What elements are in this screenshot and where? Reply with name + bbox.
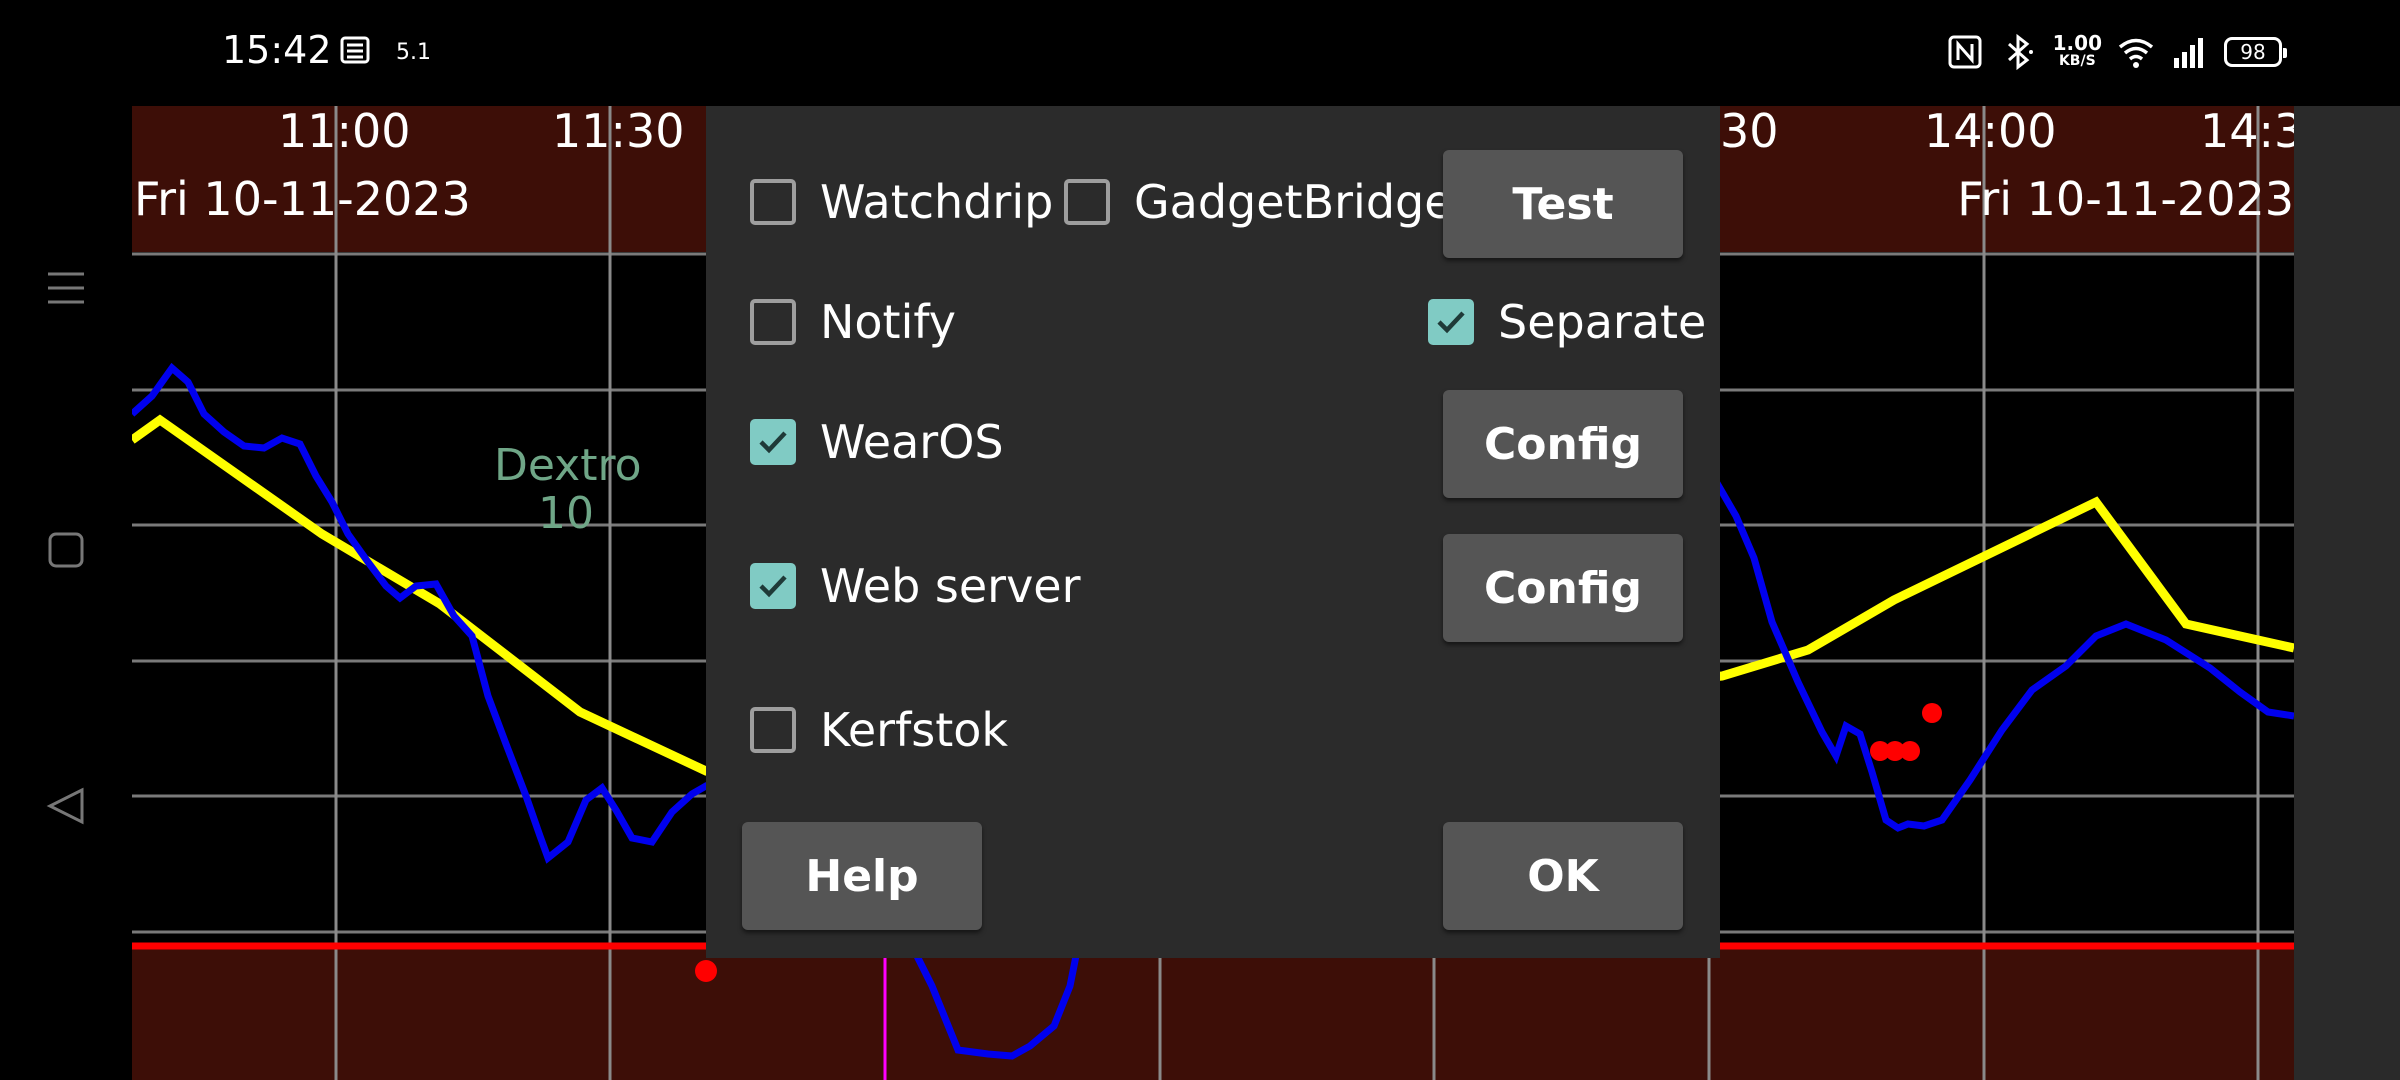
right-edge-panel	[2294, 106, 2400, 1080]
back-triangle-icon[interactable]	[44, 784, 88, 828]
time-label-2: 11:30	[552, 104, 685, 158]
webserver-label: Web server	[820, 559, 1081, 613]
notify-label: Notify	[820, 295, 956, 349]
signal-icon	[2174, 38, 2203, 68]
date-label-right: Fri 10-11-2023	[1957, 172, 2294, 226]
gadgetbridge-checkbox[interactable]	[1064, 179, 1110, 225]
wearos-config-button[interactable]: Config	[1443, 390, 1683, 498]
status-bar: 15:42 5.1 1.00 KB/S 98	[0, 0, 2400, 106]
status-indicator: 5.1	[396, 40, 431, 65]
glucose-marker	[1900, 741, 1920, 761]
clock: 15:42	[222, 28, 332, 72]
menu-icon[interactable]	[44, 266, 88, 310]
annotation-line-1: Dextro	[494, 440, 642, 491]
footer-band	[132, 946, 2294, 1080]
glucose-marker	[695, 960, 717, 982]
watchdrip-checkbox[interactable]	[750, 179, 796, 225]
network-speed: 1.00 KB/S	[2052, 31, 2102, 70]
checkmark-icon	[759, 575, 787, 598]
kerfstok-option[interactable]: Kerfstok	[750, 698, 1008, 762]
status-icons: 1.00 KB/S 98	[1945, 30, 2287, 74]
notify-checkbox[interactable]	[750, 299, 796, 345]
glucose-marker	[1922, 703, 1942, 723]
separate-checkbox[interactable]	[1428, 299, 1474, 345]
wearos-option[interactable]: WearOS	[750, 410, 1004, 474]
network-speed-value: 1.00	[2052, 31, 2102, 55]
notification-icon	[340, 36, 370, 64]
test-button[interactable]: Test	[1443, 150, 1683, 258]
date-label-left: Fri 10-11-2023	[134, 172, 471, 226]
nfc-icon	[1948, 35, 1982, 69]
webserver-config-button[interactable]: Config	[1443, 534, 1683, 642]
time-label-1: 11:00	[278, 104, 411, 158]
wearos-label: WearOS	[820, 415, 1004, 469]
bluetooth-icon	[2007, 33, 2033, 71]
checkmark-icon	[1437, 311, 1465, 334]
navigation-bar	[0, 106, 132, 1080]
time-label-4: 14:00	[1924, 104, 2057, 158]
ok-button[interactable]: OK	[1443, 822, 1683, 930]
battery-icon: 98	[2224, 37, 2287, 67]
wearos-checkbox[interactable]	[750, 419, 796, 465]
dextro-annotation: Dextro 10	[494, 440, 642, 539]
network-speed-unit: KB/S	[2058, 53, 2096, 69]
settings-dialog: Watchdrip GadgetBridge Test Notify Separ…	[706, 106, 1720, 958]
checkmark-icon	[759, 431, 787, 454]
separate-option[interactable]: Separate	[1428, 290, 1706, 354]
watchdrip-option[interactable]: Watchdrip	[750, 170, 1053, 234]
gadgetbridge-label: GadgetBridge	[1134, 175, 1453, 229]
kerfstok-label: Kerfstok	[820, 703, 1009, 757]
kerfstok-checkbox[interactable]	[750, 707, 796, 753]
gadgetbridge-option[interactable]: GadgetBridge	[1064, 170, 1453, 234]
square-icon[interactable]	[44, 528, 88, 572]
webserver-checkbox[interactable]	[750, 563, 796, 609]
watchdrip-label: Watchdrip	[820, 175, 1054, 229]
annotation-line-2: 10	[538, 488, 594, 539]
notify-option[interactable]: Notify	[750, 290, 956, 354]
time-label-5: 14:3	[2200, 104, 2304, 158]
help-button[interactable]: Help	[742, 822, 982, 930]
time-label-3: 30	[1720, 104, 1779, 158]
separate-label: Separate	[1498, 295, 1707, 349]
wifi-icon	[2118, 38, 2154, 68]
webserver-option[interactable]: Web server	[750, 554, 1081, 618]
